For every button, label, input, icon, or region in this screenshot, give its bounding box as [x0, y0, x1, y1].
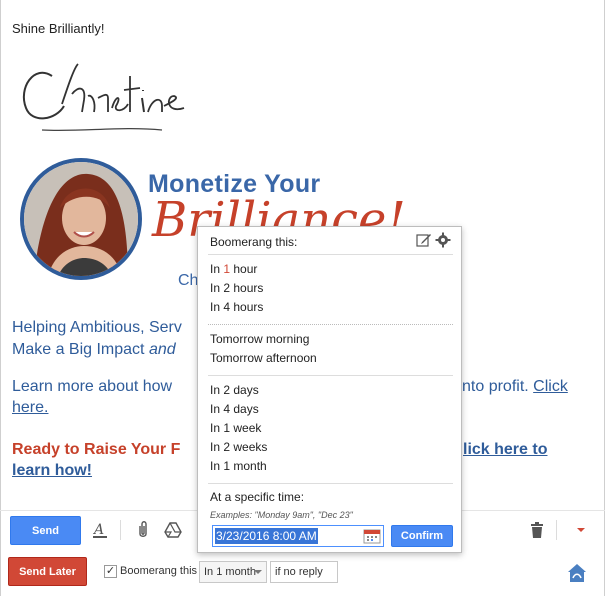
- more-options-icon[interactable]: [570, 519, 592, 541]
- confirm-button[interactable]: Confirm: [391, 525, 453, 547]
- option-in-1-week[interactable]: In 1 week: [210, 420, 261, 436]
- popup-divider: [208, 254, 453, 255]
- option-in-2-hours[interactable]: In 2 hours: [210, 280, 263, 296]
- option-in-4-hours[interactable]: In 4 hours: [210, 299, 263, 315]
- text-format-icon[interactable]: A: [89, 519, 111, 541]
- popup-title: Boomerang this:: [210, 235, 298, 249]
- cta-link-right[interactable]: lick here to: [463, 440, 547, 460]
- here-link[interactable]: here.: [12, 399, 48, 416]
- body-paragraph-2-line2: here.: [12, 398, 48, 418]
- toolbar-separator-right: [556, 520, 557, 540]
- popup-divider: [208, 324, 453, 325]
- option-in-4-days[interactable]: In 4 days: [210, 401, 259, 417]
- send-button[interactable]: Send: [10, 516, 81, 545]
- click-here-link[interactable]: Click: [533, 378, 568, 395]
- signoff-text: Shine Brilliantly!: [12, 21, 105, 36]
- option-in-2-days[interactable]: In 2 days: [210, 382, 259, 398]
- body-paragraph-2-left: Learn more about how: [12, 378, 173, 395]
- popup-divider: [208, 375, 453, 376]
- option-tomorrow-morning[interactable]: Tomorrow morning: [210, 331, 309, 347]
- boomerang-checkbox[interactable]: ✓: [104, 565, 117, 578]
- noreply-select[interactable]: if no reply: [270, 561, 338, 583]
- datetime-input[interactable]: 3/23/2016 8:00 AM: [212, 525, 384, 547]
- body-paragraph-2-right: nto profit. Click: [462, 378, 568, 395]
- specific-time-label: At a specific time:: [210, 490, 305, 504]
- edit-icon[interactable]: [416, 232, 432, 248]
- attach-icon[interactable]: [132, 519, 154, 541]
- calendar-icon[interactable]: [363, 528, 381, 544]
- option-in-2-weeks[interactable]: In 2 weeks: [210, 439, 267, 455]
- boomerang-label: Boomerang this: [120, 565, 198, 577]
- cta-link-line2[interactable]: learn how!: [12, 461, 92, 481]
- gear-icon[interactable]: [435, 232, 451, 248]
- signature-image: [22, 63, 185, 132]
- body-paragraph-1-line2: Make a Big Impact and: [12, 341, 176, 358]
- send-later-button[interactable]: Send Later: [8, 557, 87, 586]
- body-paragraph-1-line1: Helping Ambitious, Serv: [12, 319, 182, 336]
- boomerang-popup: Boomerang this: In 1 hour In 2 hours In …: [197, 226, 462, 553]
- drive-icon[interactable]: [162, 519, 184, 541]
- popup-divider: [208, 483, 453, 484]
- trash-icon[interactable]: [526, 519, 548, 541]
- option-in-1-hour[interactable]: In 1 hour: [210, 261, 257, 277]
- examples-hint: Examples: "Monday 9am", "Dec 23": [210, 510, 353, 520]
- option-in-1-month[interactable]: In 1 month: [210, 458, 267, 474]
- boomerang-time-select[interactable]: In 1 month: [199, 561, 267, 583]
- svg-text:A: A: [92, 522, 104, 538]
- cta-text: Ready to Raise Your F: [12, 441, 181, 458]
- profile-photo: [20, 158, 142, 280]
- chevron-down-icon: [254, 570, 262, 574]
- boomerang-logo-icon[interactable]: [566, 562, 588, 584]
- toolbar-separator: [120, 520, 121, 540]
- option-tomorrow-afternoon[interactable]: Tomorrow afternoon: [210, 350, 317, 366]
- brand-tagline: Ch: [178, 272, 199, 289]
